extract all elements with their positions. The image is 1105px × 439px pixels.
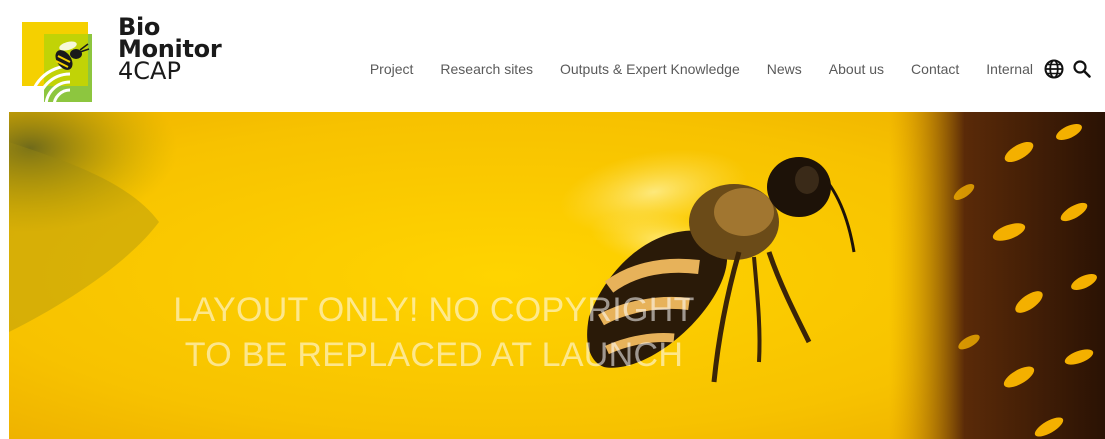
main-nav: Project Research sites Outputs & Expert …: [370, 59, 1033, 79]
site-logo[interactable]: Bio Monitor 4CAP: [22, 14, 222, 106]
nav-contact[interactable]: Contact: [911, 61, 959, 77]
globe-icon[interactable]: [1043, 58, 1065, 80]
brand-name: Bio Monitor 4CAP: [118, 15, 222, 85]
site-header: Bio Monitor 4CAP Project Research sites …: [0, 0, 1105, 110]
notice-line-1: LAYOUT ONLY! NO COPYRIGHT: [173, 291, 695, 329]
nav-internal[interactable]: Internal: [986, 61, 1033, 77]
nav-news[interactable]: News: [767, 61, 802, 77]
nav-research-sites[interactable]: Research sites: [440, 61, 533, 77]
hero-banner: LAYOUT ONLY! NO COPYRIGHT TO BE REPLACED…: [9, 112, 1105, 439]
nav-project[interactable]: Project: [370, 61, 414, 77]
notice-line-2: TO BE REPLACED AT LAUNCH: [184, 336, 684, 374]
nav-about-us[interactable]: About us: [829, 61, 884, 77]
search-icon[interactable]: [1071, 58, 1093, 80]
brand-line-3: 4CAP: [118, 57, 181, 85]
bee-logo-icon: [22, 22, 92, 106]
nav-outputs-expert-knowledge[interactable]: Outputs & Expert Knowledge: [560, 61, 740, 77]
bee-hero-image: [9, 112, 1105, 439]
placeholder-notice: LAYOUT ONLY! NO COPYRIGHT TO BE REPLACED…: [9, 288, 859, 378]
header-icons: [1037, 58, 1093, 80]
